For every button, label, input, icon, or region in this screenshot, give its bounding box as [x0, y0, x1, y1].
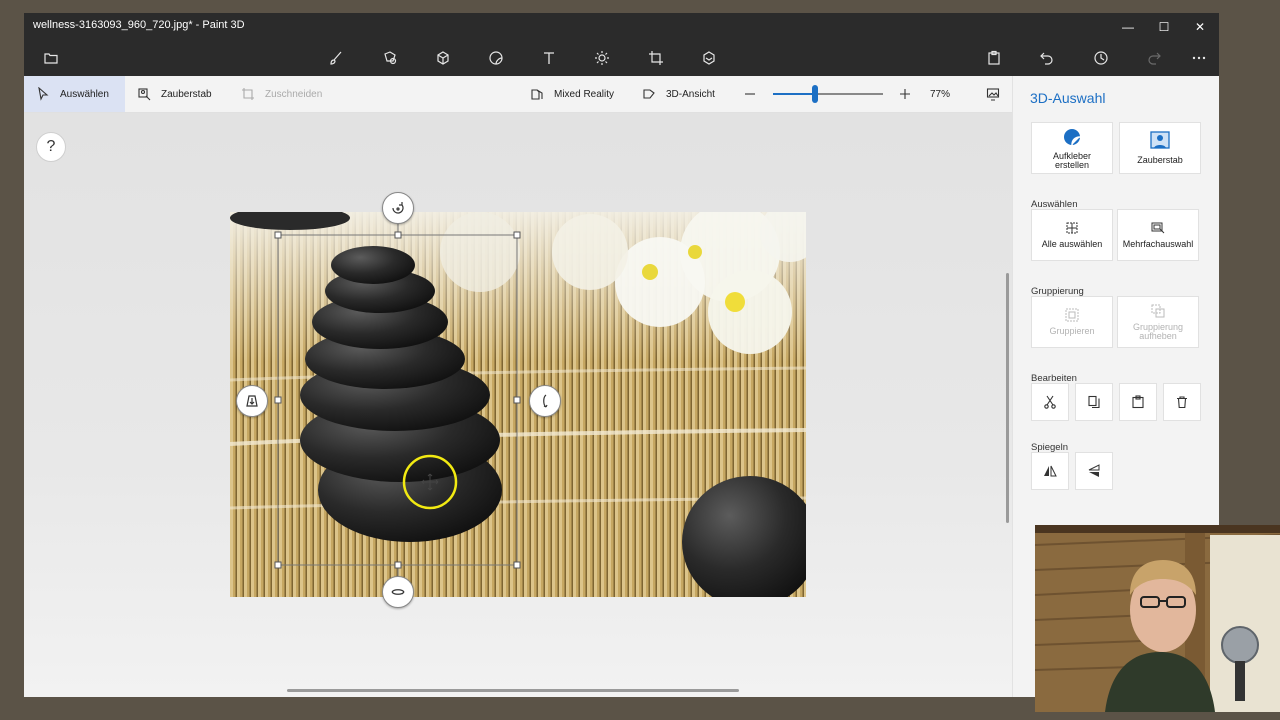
- resize-handle-right: [513, 396, 521, 404]
- resize-handle-bottom-left: [274, 561, 282, 569]
- resize-handle-left: [274, 396, 282, 404]
- ungroup-button: Gruppierung aufheben: [1117, 296, 1199, 348]
- clipboard-icon: [1132, 395, 1144, 409]
- rotate-z-handle[interactable]: [382, 192, 414, 224]
- trash-icon: [1177, 396, 1187, 409]
- rotate-y-icon: [543, 394, 548, 408]
- 3d-view-button[interactable]: 3D-Ansicht: [630, 76, 727, 112]
- copy-button[interactable]: [1075, 383, 1113, 421]
- canvas-icon[interactable]: [645, 48, 667, 68]
- more-icon[interactable]: [1188, 48, 1210, 68]
- brushes-icon[interactable]: [325, 48, 347, 68]
- rotate-x-icon: [391, 589, 405, 595]
- group-label: Gruppieren: [1049, 326, 1095, 337]
- menu-folder-icon[interactable]: [40, 48, 62, 68]
- webcam-video: [1035, 525, 1280, 712]
- stickers-icon[interactable]: [485, 48, 507, 68]
- 3d-shapes-icon[interactable]: [432, 48, 454, 68]
- magic-select-panel-button[interactable]: Zauberstab: [1119, 122, 1201, 174]
- select-all-button[interactable]: Alle auswählen: [1031, 209, 1113, 261]
- main-toolbar: [24, 40, 1219, 76]
- magic-person-icon: [1150, 131, 1170, 149]
- close-button[interactable]: ✕: [1182, 13, 1218, 40]
- minus-icon: [745, 93, 755, 95]
- image-view-icon: [986, 88, 1000, 101]
- mixed-reality-label: Mixed Reality: [554, 88, 615, 100]
- title-bar: wellness-3163093_960_720.jpg* - Paint 3D…: [24, 13, 1219, 40]
- magic-select-panel-label: Zauberstab: [1137, 155, 1183, 166]
- canvas-area[interactable]: ?: [24, 113, 1012, 697]
- view-options-button[interactable]: [982, 84, 1004, 104]
- flip-vertical-icon: [1088, 464, 1100, 477]
- crop-button: Zuschneiden: [229, 76, 334, 112]
- history-icon[interactable]: [1090, 48, 1112, 68]
- resize-handle-top-right: [513, 231, 521, 239]
- select-tool-button[interactable]: Auswählen: [24, 76, 125, 112]
- plus-icon: [900, 89, 910, 99]
- undo-icon[interactable]: [1036, 48, 1058, 68]
- group-icon: [1065, 308, 1079, 322]
- maximize-button[interactable]: ☐: [1146, 13, 1182, 40]
- crop-label: Zuschneiden: [265, 88, 323, 100]
- rotate-x-handle[interactable]: [382, 576, 414, 608]
- rotate-icon: [392, 202, 404, 214]
- multi-select-icon: [1151, 222, 1165, 234]
- minimize-button[interactable]: —: [1110, 13, 1146, 40]
- cursor-icon: [38, 87, 49, 101]
- magic-select-label: Zauberstab: [161, 88, 212, 100]
- make-sticker-button[interactable]: Aufkleber erstellen: [1031, 122, 1113, 174]
- flip-vertical-button[interactable]: [1075, 452, 1113, 490]
- flip-horizontal-button[interactable]: [1031, 452, 1069, 490]
- rotate-y-handle[interactable]: [529, 385, 561, 417]
- text-icon[interactable]: [538, 48, 560, 68]
- flip-horizontal-icon: [1044, 465, 1057, 477]
- scissors-icon: [1044, 395, 1056, 409]
- resize-handle-top-left: [274, 231, 282, 239]
- crop-icon: [242, 88, 254, 100]
- resize-handle-top: [394, 231, 402, 239]
- 3d-view-icon: [643, 89, 655, 99]
- zoom-slider[interactable]: [773, 85, 883, 103]
- zoom-slider-thumb[interactable]: [811, 85, 818, 103]
- paste-icon[interactable]: [983, 48, 1005, 68]
- vertical-scrollbar[interactable]: [1006, 273, 1009, 523]
- zoom-in-button[interactable]: [895, 84, 915, 104]
- magic-select-icon: [138, 88, 151, 101]
- ungroup-label: Gruppierung aufheben: [1132, 321, 1184, 341]
- paste-button[interactable]: [1119, 383, 1157, 421]
- select-tool-label: Auswählen: [60, 88, 109, 100]
- multi-select-button[interactable]: Mehrfachauswahl: [1117, 209, 1199, 261]
- 3d-library-icon[interactable]: [698, 48, 720, 68]
- mixed-reality-icon: [531, 89, 543, 100]
- zoom-out-button[interactable]: [740, 84, 760, 104]
- mixed-reality-button[interactable]: Mixed Reality: [518, 76, 626, 112]
- 3d-view-label: 3D-Ansicht: [666, 88, 715, 100]
- make-sticker-label: Aufkleber erstellen: [1052, 150, 1092, 170]
- webcam-overlay: [1035, 525, 1280, 712]
- 2d-shapes-icon[interactable]: [379, 48, 401, 68]
- window-title: wellness-3163093_960_720.jpg* - Paint 3D: [33, 19, 245, 31]
- copy-icon: [1088, 395, 1100, 409]
- sticker-icon: [1064, 128, 1081, 145]
- magic-select-button[interactable]: Zauberstab: [125, 76, 224, 112]
- delete-button[interactable]: [1163, 383, 1201, 421]
- resize-handle-bottom: [394, 561, 402, 569]
- selection-toolbar: Auswählen Zauberstab Zuschneiden Mixed R…: [24, 76, 1014, 113]
- z-position-icon: [246, 395, 258, 407]
- redo-icon: [1143, 48, 1165, 68]
- group-button: Gruppieren: [1031, 296, 1113, 348]
- selection-overlay: [274, 221, 521, 579]
- horizontal-scrollbar[interactable]: [287, 689, 739, 692]
- zoom-slider-fill: [773, 93, 815, 95]
- push-back-handle[interactable]: [236, 385, 268, 417]
- zoom-percentage[interactable]: 77%: [930, 76, 950, 112]
- ungroup-icon: [1151, 304, 1165, 318]
- effects-icon[interactable]: [591, 48, 613, 68]
- select-all-label: Alle auswählen: [1041, 239, 1103, 250]
- cut-button[interactable]: [1031, 383, 1069, 421]
- select-all-icon: [1066, 222, 1078, 234]
- panel-title: 3D-Auswahl: [1030, 90, 1106, 106]
- resize-handle-bottom-right: [513, 561, 521, 569]
- multi-select-label: Mehrfachauswahl: [1122, 239, 1194, 250]
